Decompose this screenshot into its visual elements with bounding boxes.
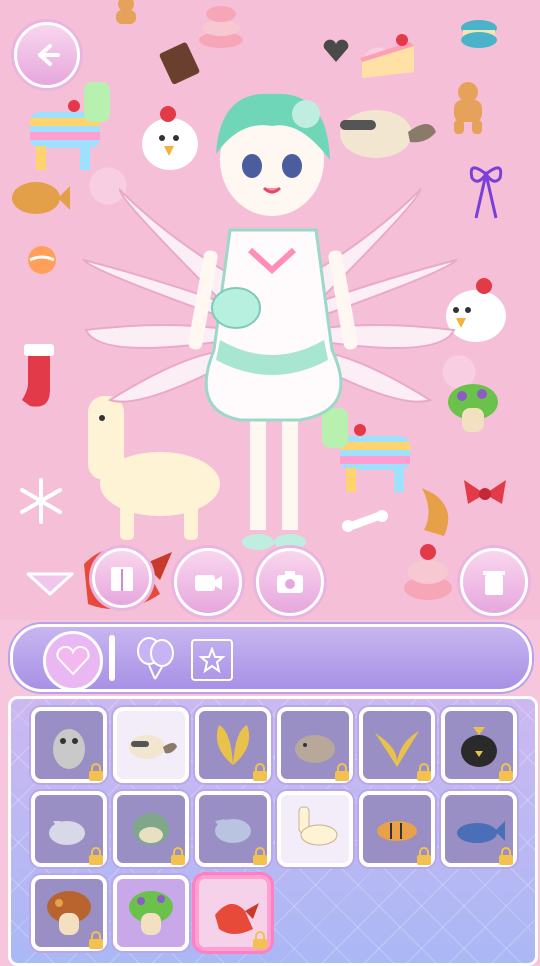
item-pufferfish[interactable] [113, 791, 189, 867]
red-bow-icon [464, 480, 506, 504]
category-toolbar [10, 624, 532, 692]
lock-icon [335, 763, 349, 781]
item-butterfly-wings[interactable] [195, 707, 271, 783]
item-cat[interactable] [31, 791, 107, 867]
tab-sticker-frame[interactable] [191, 639, 233, 681]
stocking-icon [22, 344, 54, 407]
wardrobe-icon [111, 567, 133, 591]
crystal-heart-icon [56, 646, 90, 676]
item-brown-mushroom[interactable] [31, 875, 107, 951]
macaron-icon [461, 20, 497, 48]
item-dragon[interactable] [195, 875, 271, 951]
item-llama[interactable] [277, 791, 353, 867]
purple-ribbon-icon [469, 166, 503, 219]
lock-icon [499, 847, 513, 865]
character-avatar[interactable] [80, 80, 460, 580]
lock-icon [253, 847, 267, 865]
lock-icon [417, 763, 431, 781]
lock-icon [171, 847, 185, 865]
item-tiger[interactable] [359, 791, 435, 867]
star-frame-icon [199, 647, 225, 673]
tab-balloons[interactable] [133, 635, 177, 681]
video-record-button[interactable] [174, 548, 242, 616]
camera-icon [277, 571, 303, 593]
tab-divider [109, 635, 115, 681]
back-button[interactable] [14, 22, 80, 88]
lock-icon [417, 847, 431, 865]
lock-icon [253, 931, 267, 949]
trash-icon [483, 571, 505, 595]
dark-heart-icon [323, 39, 349, 62]
hide-panel-button[interactable] [22, 566, 78, 600]
item-fox-tail[interactable] [359, 707, 435, 783]
back-arrow-icon [38, 44, 60, 66]
lock-icon [89, 763, 103, 781]
item-whale[interactable] [441, 791, 517, 867]
lock-icon [89, 847, 103, 865]
snowflake-icon [20, 478, 62, 524]
item-raccoon[interactable] [113, 707, 189, 783]
cake-slice-icon [360, 34, 414, 78]
item-green-mushroom[interactable] [113, 875, 189, 951]
lock-icon [499, 763, 513, 781]
lock-icon [89, 931, 103, 949]
gingerbread-icon [116, 0, 136, 24]
macaron-tower-icon [199, 6, 243, 48]
photo-button[interactable] [256, 548, 324, 616]
dress-up-scene [0, 0, 540, 620]
wardrobe-button[interactable] [92, 548, 152, 608]
balloons-icon [137, 637, 174, 680]
lock-icon [253, 763, 267, 781]
delete-button[interactable] [460, 548, 528, 616]
raccoon-icon [129, 735, 177, 759]
item-hamster[interactable] [277, 707, 353, 783]
llama-icon [298, 806, 338, 846]
item-wolf[interactable] [195, 791, 271, 867]
item-grid-panel [8, 696, 538, 966]
chevron-down-icon [26, 572, 74, 596]
green-mushroom-icon [129, 891, 173, 935]
chocolate-icon [159, 42, 200, 84]
candy-icon [28, 246, 56, 274]
video-camera-icon [195, 575, 222, 591]
item-owl[interactable] [31, 707, 107, 783]
item-black-chick[interactable] [441, 707, 517, 783]
taiyaki-icon [12, 182, 70, 214]
tab-crystal-heart[interactable] [43, 631, 103, 691]
